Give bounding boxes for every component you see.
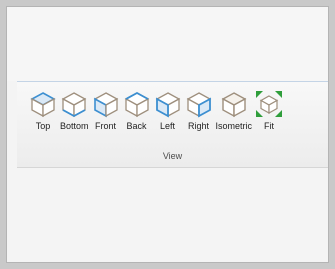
isometric-view-button[interactable]: Isometric bbox=[215, 90, 253, 131]
fit-view-label: Fit bbox=[264, 121, 275, 131]
cube-front-icon bbox=[93, 92, 118, 118]
right-view-label: Right bbox=[188, 121, 210, 131]
top-view-button[interactable]: Top bbox=[29, 90, 57, 131]
back-view-label: Back bbox=[126, 121, 147, 131]
content-area bbox=[7, 168, 328, 262]
back-view-button[interactable]: Back bbox=[123, 90, 151, 131]
view-buttons: Top Bottom Front Back Left Right Isometr… bbox=[29, 90, 286, 131]
cube-left-icon bbox=[155, 92, 180, 118]
cube-bottom-icon bbox=[61, 92, 87, 118]
bottom-view-label: Bottom bbox=[60, 121, 89, 131]
top-view-label: Top bbox=[35, 121, 51, 131]
view-ribbon-group: Top Bottom Front Back Left Right Isometr… bbox=[17, 82, 328, 168]
top-panel bbox=[7, 7, 328, 81]
isometric-view-label: Isometric bbox=[215, 121, 253, 131]
fit-to-view-icon bbox=[256, 91, 283, 117]
left-view-button[interactable]: Left bbox=[154, 90, 182, 131]
cube-back-icon bbox=[124, 91, 149, 118]
fit-view-button[interactable]: Fit bbox=[255, 90, 283, 131]
view-group-label: View bbox=[162, 151, 183, 161]
front-view-button[interactable]: Front bbox=[92, 90, 120, 131]
cube-top-icon bbox=[30, 92, 56, 118]
window-frame: Top Bottom Front Back Left Right Isometr… bbox=[6, 6, 329, 263]
right-view-button[interactable]: Right bbox=[185, 90, 213, 131]
front-view-label: Front bbox=[95, 121, 117, 131]
bottom-view-button[interactable]: Bottom bbox=[60, 90, 89, 131]
cube-right-icon bbox=[186, 92, 211, 118]
left-view-label: Left bbox=[160, 121, 176, 131]
cube-isometric-icon bbox=[221, 92, 247, 118]
